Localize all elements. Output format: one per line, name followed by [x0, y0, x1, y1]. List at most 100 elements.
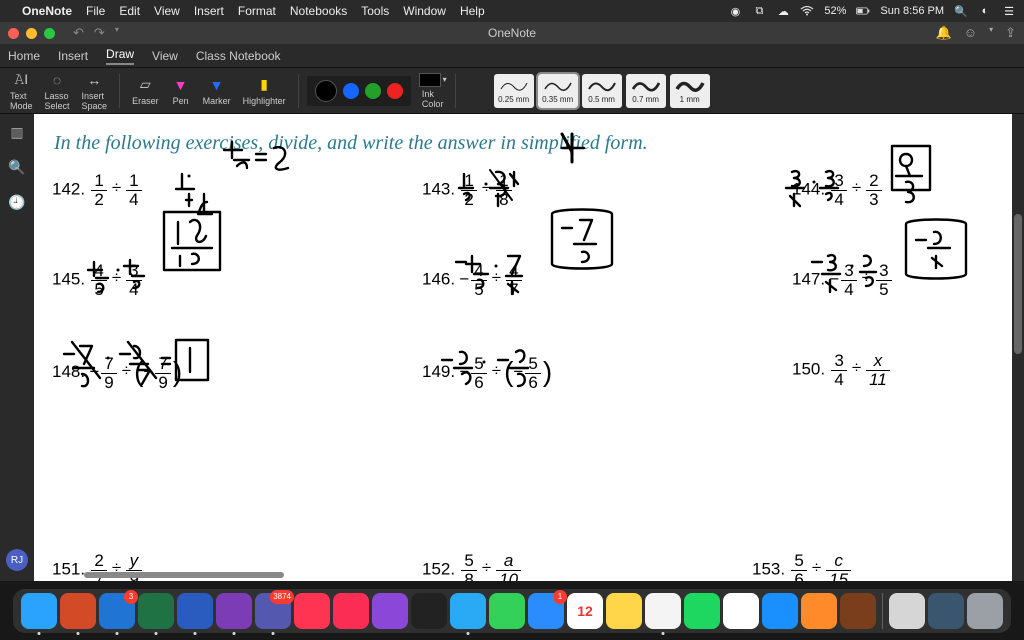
- screenrec-icon[interactable]: ◉: [728, 4, 742, 18]
- menu-file[interactable]: File: [86, 4, 105, 18]
- dock-appletv-icon[interactable]: [411, 593, 447, 629]
- stroke-0.5mm[interactable]: 0.5 mm: [582, 74, 622, 108]
- dock-spotify-icon[interactable]: [684, 593, 720, 629]
- menu-help[interactable]: Help: [460, 4, 485, 18]
- window-title: OneNote: [488, 26, 536, 40]
- ink-color-picker[interactable]: ▾InkColor: [419, 73, 447, 109]
- zoom-window[interactable]: [44, 28, 55, 39]
- dock-calendar-icon[interactable]: 12: [567, 593, 603, 629]
- spotlight-icon[interactable]: 🔍: [954, 4, 968, 18]
- problem-144: 144. 34÷23: [792, 172, 884, 209]
- battery-pct: 52%: [824, 5, 846, 17]
- dock-trash-icon[interactable]: [967, 593, 1003, 629]
- problem-149: 149. −56÷(−56): [422, 352, 552, 391]
- marker-label: Marker: [203, 96, 231, 106]
- dock-finder-icon[interactable]: [21, 593, 57, 629]
- dock-onenote-icon[interactable]: [216, 593, 252, 629]
- color-red[interactable]: [387, 83, 403, 99]
- menu-format[interactable]: Format: [238, 4, 276, 18]
- menu-tools[interactable]: Tools: [361, 4, 389, 18]
- notifications-icon[interactable]: 🔔: [936, 25, 952, 41]
- dock-podcasts-icon[interactable]: [372, 593, 408, 629]
- tab-view[interactable]: View: [152, 49, 178, 63]
- notebooks-icon[interactable]: ▥: [10, 124, 23, 141]
- undo-button[interactable]: ↶: [73, 25, 84, 41]
- dock-books-icon[interactable]: [801, 593, 837, 629]
- dock-chrome-icon[interactable]: [645, 593, 681, 629]
- marker-tool[interactable]: ▼Marker: [199, 76, 235, 106]
- menu-notebooks[interactable]: Notebooks: [290, 4, 347, 18]
- tab-class-notebook[interactable]: Class Notebook: [196, 49, 281, 63]
- problem-148: 148. −79÷(−79): [52, 352, 182, 391]
- highlighter-label: Highlighter: [243, 96, 286, 106]
- eraser-tool[interactable]: ▱Eraser: [128, 76, 163, 106]
- wifi-icon[interactable]: [800, 4, 814, 18]
- vertical-scrollbar[interactable]: [1014, 214, 1022, 354]
- text-mode-tool[interactable]: 𝙰ITextMode: [6, 71, 37, 111]
- pen-tool[interactable]: ▼Pen: [167, 76, 195, 106]
- dropbox-icon[interactable]: ⧉: [752, 4, 766, 18]
- share-icon[interactable]: ⇪: [1005, 25, 1016, 41]
- menu-edit[interactable]: Edit: [119, 4, 140, 18]
- dock-safari-icon[interactable]: [450, 593, 486, 629]
- stroke-0.25mm[interactable]: 0.25 mm: [494, 74, 534, 108]
- control-center-icon[interactable]: ☰: [1002, 4, 1016, 18]
- siri-icon[interactable]: ◐: [978, 4, 992, 18]
- airdrop-icon[interactable]: ☁: [776, 4, 790, 18]
- tab-draw[interactable]: Draw: [106, 47, 134, 65]
- insert-space-tool[interactable]: ↔InsertSpace: [78, 71, 112, 111]
- problems-grid: 142. 12÷14143. 12÷18144. 34÷23145. 45÷34…: [52, 172, 1002, 569]
- dock-messages-icon[interactable]: [489, 593, 525, 629]
- redo-dropdown[interactable]: ▾: [115, 25, 119, 41]
- lasso-select-tool[interactable]: ◌LassoSelect: [41, 71, 74, 111]
- text-mode-label: TextMode: [10, 91, 33, 111]
- color-green[interactable]: [365, 83, 381, 99]
- lasso-select-label: LassoSelect: [45, 91, 70, 111]
- account-icon[interactable]: ☺: [964, 25, 977, 41]
- battery-icon: [856, 4, 870, 18]
- minimize-window[interactable]: [26, 28, 37, 39]
- tab-home[interactable]: Home: [8, 49, 40, 63]
- clock[interactable]: Sun 8:56 PM: [880, 5, 944, 17]
- search-icon[interactable]: 🔍: [8, 159, 25, 176]
- color-black[interactable]: [315, 80, 337, 102]
- macos-dock: 3 3874 112: [0, 581, 1024, 640]
- dock-notes-icon[interactable]: [606, 593, 642, 629]
- tab-insert[interactable]: Insert: [58, 49, 88, 63]
- dock-desktop-icon[interactable]: [928, 593, 964, 629]
- dock-outlook-icon[interactable]: 3: [99, 593, 135, 629]
- problem-146: 146. −45÷47: [422, 262, 524, 299]
- dock-pdf-icon[interactable]: [889, 593, 925, 629]
- dock-excel-icon[interactable]: [138, 593, 174, 629]
- menu-window[interactable]: Window: [403, 4, 446, 18]
- problem-153: 153. 56÷c15: [752, 552, 853, 581]
- dock-news-icon[interactable]: [294, 593, 330, 629]
- redo-button[interactable]: ↷: [94, 25, 105, 41]
- stroke-1mm[interactable]: 1 mm: [670, 74, 710, 108]
- menu-insert[interactable]: Insert: [194, 4, 224, 18]
- dock-appstore-icon[interactable]: [762, 593, 798, 629]
- color-blue[interactable]: [343, 83, 359, 99]
- dock-word-icon[interactable]: [177, 593, 213, 629]
- close-window[interactable]: [8, 28, 19, 39]
- app-name[interactable]: OneNote: [22, 4, 72, 18]
- dock-mail-icon[interactable]: 1: [528, 593, 564, 629]
- avatar[interactable]: RJ: [6, 549, 28, 571]
- stroke-0.35mm[interactable]: 0.35 mm: [538, 74, 578, 108]
- page[interactable]: In the following exercises, divide, and …: [34, 114, 1012, 581]
- menu-view[interactable]: View: [154, 4, 180, 18]
- dock-powerpoint-icon[interactable]: [60, 593, 96, 629]
- dock-music-icon[interactable]: [333, 593, 369, 629]
- dock-teams-icon[interactable]: 3874: [255, 593, 291, 629]
- dock-bible-icon[interactable]: [840, 593, 876, 629]
- problem-152: 152. 58÷a10: [422, 552, 523, 581]
- recent-icon[interactable]: 🕘: [8, 194, 25, 211]
- highlighter-tool[interactable]: ▮Highlighter: [239, 76, 290, 106]
- pen-label: Pen: [173, 96, 189, 106]
- dock-photos-icon[interactable]: [723, 593, 759, 629]
- horizontal-scrollbar[interactable]: [84, 572, 284, 578]
- window-titlebar: ↶ ↷ ▾ OneNote 🔔 ☺▾ ⇪: [0, 22, 1024, 44]
- stroke-0.7mm[interactable]: 0.7 mm: [626, 74, 666, 108]
- color-palette[interactable]: [307, 76, 411, 106]
- ribbon-tabs: Home Insert Draw View Class Notebook: [0, 44, 1024, 68]
